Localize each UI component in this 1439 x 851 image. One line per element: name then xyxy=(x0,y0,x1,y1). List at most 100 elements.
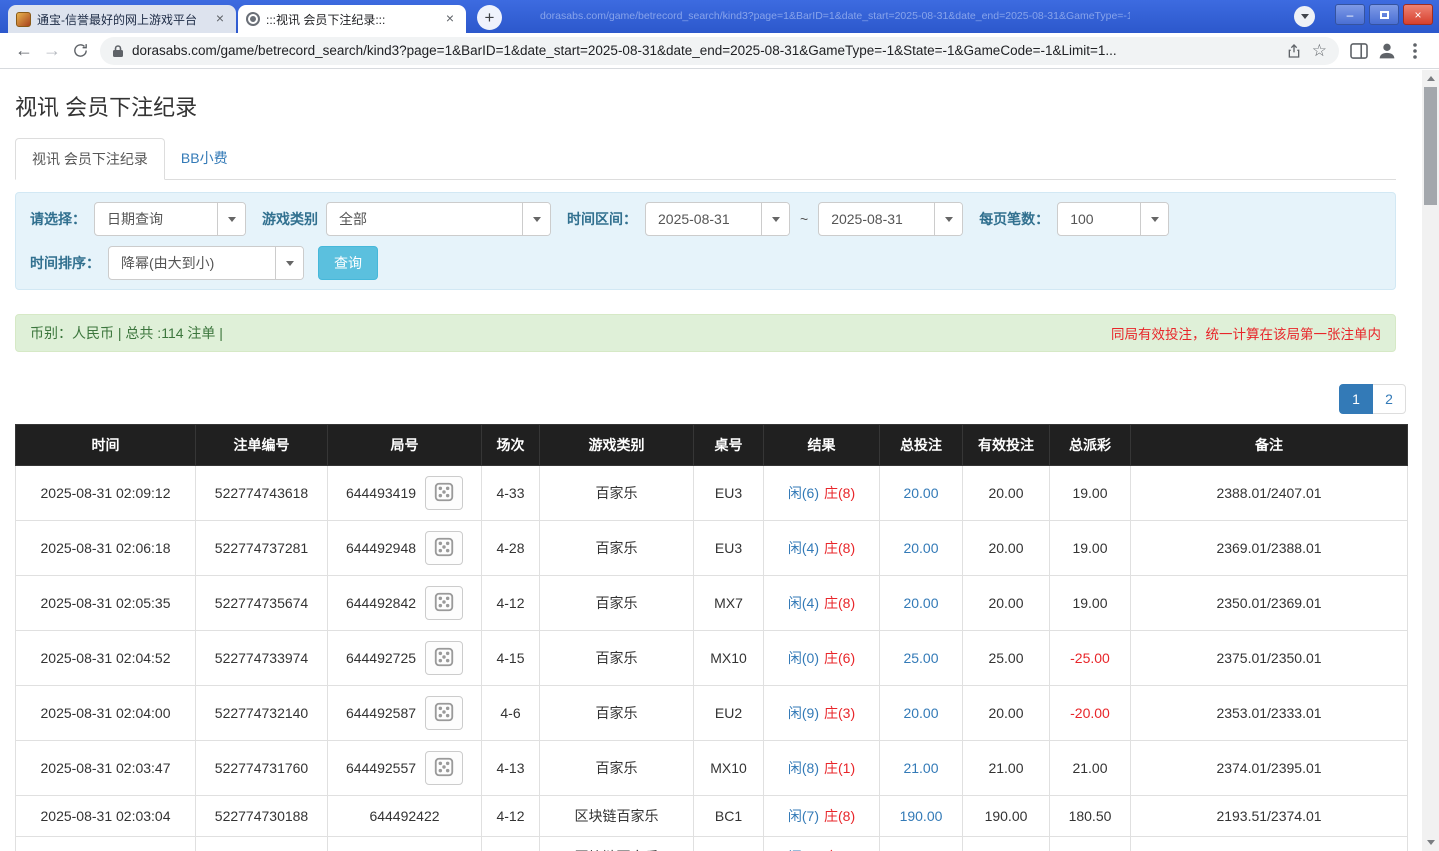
table-row: 2025-08-31 02:04:52 522774733974 644492725… xyxy=(15,630,1408,686)
replay-button[interactable] xyxy=(425,751,464,785)
scrollbar[interactable] xyxy=(1422,70,1439,851)
table-row: 2025-08-31 02:06:18 522774737281 644492948… xyxy=(15,520,1408,576)
cell-round: 644492422 xyxy=(327,795,482,837)
search-button[interactable]: 查询 xyxy=(318,246,378,280)
browser-tab-1[interactable]: 通宝-信誉最好的网上游戏平台 × xyxy=(8,5,236,33)
chevron-down-icon xyxy=(275,247,303,279)
replay-button[interactable] xyxy=(425,476,464,510)
cell-result: 闲(9) 庄(3) xyxy=(763,685,880,741)
total-bet-link[interactable]: 190.00 xyxy=(900,808,943,824)
cell-bet-id: 522774731760 xyxy=(195,740,328,796)
cell-time: 2025-08-31 02:03:47 xyxy=(15,740,196,796)
page-size-select[interactable]: 100 xyxy=(1057,202,1170,236)
summary-bar: 币别：人民币 | 总共 :114 注单 | 同局有效投注，统一计算在该局第一张注… xyxy=(15,314,1396,352)
avatar-icon xyxy=(1379,43,1395,58)
close-button[interactable]: × xyxy=(1403,4,1433,25)
game-type-select[interactable]: 全部 xyxy=(326,202,551,236)
cell-total-bet: 190.00 xyxy=(879,795,963,837)
url-text[interactable]: dorasabs.com/game/betrecord_search/kind3… xyxy=(132,43,1276,58)
new-tab-button[interactable]: + xyxy=(477,5,502,30)
menu-button[interactable] xyxy=(1401,37,1429,65)
back-button[interactable]: ← xyxy=(10,37,38,65)
query-type-select[interactable]: 日期查询 xyxy=(94,202,246,236)
profile-button[interactable] xyxy=(1373,37,1401,65)
tab-close-icon[interactable]: × xyxy=(442,11,458,27)
replay-button[interactable] xyxy=(425,641,464,675)
replay-button[interactable] xyxy=(425,531,464,565)
side-panel-button[interactable] xyxy=(1345,37,1373,65)
minimize-button[interactable]: – xyxy=(1335,4,1365,25)
cell-session: 4-10 xyxy=(481,836,540,851)
scrollbar-thumb[interactable] xyxy=(1424,87,1437,205)
total-bet-link[interactable]: 20.00 xyxy=(903,595,938,611)
cell-valid-bet: 25.00 xyxy=(962,630,1050,686)
player-result: 闲(6) xyxy=(787,485,819,501)
page-number-button[interactable]: 2 xyxy=(1372,384,1406,414)
query-type-value: 日期查询 xyxy=(107,211,163,227)
total-bet-link[interactable]: 20.00 xyxy=(903,485,938,501)
tab-bet-records[interactable]: 视讯 会员下注纪录 xyxy=(15,138,165,180)
maximize-button[interactable] xyxy=(1369,4,1399,25)
player-result: 闲(8) xyxy=(787,760,819,776)
cell-game-type: 区块链百家乐 xyxy=(539,836,694,851)
cell-result: 闲(8) 庄(1) xyxy=(763,740,880,796)
cell-table-code: EU2 xyxy=(693,685,764,741)
bookmark-star-button[interactable]: ☆ xyxy=(1312,41,1327,61)
triangle-down-icon xyxy=(1426,840,1435,845)
column-header: 桌号 xyxy=(693,424,764,466)
column-header: 总派彩 xyxy=(1049,424,1131,466)
cell-note: 1908.51/2193.51 xyxy=(1130,836,1408,851)
cell-table-code: MX10 xyxy=(693,630,764,686)
share-button[interactable] xyxy=(1286,43,1302,59)
cell-result: 闲(0) 庄(6) xyxy=(763,630,880,686)
cell-valid-bet: 20.00 xyxy=(962,685,1050,741)
table-row: 2025-08-31 02:04:00 522774732140 644492587… xyxy=(15,685,1408,741)
player-result: 闲(4) xyxy=(787,595,819,611)
total-bet-link[interactable]: 25.00 xyxy=(903,650,938,666)
tab-search-button[interactable] xyxy=(1294,6,1315,27)
address-bar[interactable]: dorasabs.com/game/betrecord_search/kind3… xyxy=(100,36,1339,65)
game-type-label: 游戏类别 xyxy=(262,211,318,227)
date-start-select[interactable]: 2025-08-31 xyxy=(645,202,790,236)
round-number: 644493419 xyxy=(345,485,417,501)
forward-button[interactable]: → xyxy=(38,37,66,65)
refresh-button[interactable] xyxy=(66,37,94,65)
column-header: 场次 xyxy=(481,424,540,466)
dice-icon xyxy=(433,756,455,781)
cell-round: 644492587 xyxy=(327,685,482,741)
cell-session: 4-33 xyxy=(481,465,540,521)
cell-bet-id: 522774735674 xyxy=(195,575,328,631)
cell-note: 2375.01/2350.01 xyxy=(1130,630,1408,686)
sort-select[interactable]: 降幂(由大到小) xyxy=(108,246,304,280)
tab-title: 通宝-信誉最好的网上游戏平台 xyxy=(37,12,197,27)
column-header: 时间 xyxy=(15,424,196,466)
cell-game-type: 区块链百家乐 xyxy=(539,795,694,837)
cell-result: 闲(4)庄(7) xyxy=(763,836,880,851)
replay-button[interactable] xyxy=(425,696,464,730)
browser-tab-2[interactable]: :::视讯 会员下注纪录::: × xyxy=(238,5,466,33)
page-size-label: 每页笔数： xyxy=(979,211,1050,227)
scroll-up-button[interactable] xyxy=(1422,70,1439,87)
chevron-down-icon xyxy=(522,203,550,235)
round-cell: 644492725 xyxy=(334,641,475,675)
cell-note: 2388.01/2407.01 xyxy=(1130,465,1408,521)
cell-game-type: 百家乐 xyxy=(539,575,694,631)
cell-table-code: BC1 xyxy=(693,795,764,837)
scroll-down-button[interactable] xyxy=(1422,834,1439,851)
cell-round: 644492557 xyxy=(327,740,482,796)
date-end-select[interactable]: 2025-08-31 xyxy=(818,202,964,236)
share-icon xyxy=(1288,43,1300,58)
total-bet-link[interactable]: 20.00 xyxy=(903,540,938,556)
page-number-button[interactable]: 1 xyxy=(1339,384,1373,414)
player-result: 闲(9) xyxy=(787,705,819,721)
column-header: 结果 xyxy=(763,424,880,466)
cell-time: 2025-08-31 02:03:04 xyxy=(15,795,196,837)
cell-time: 2025-08-31 02:04:00 xyxy=(15,685,196,741)
tab-bb-tips[interactable]: BB小费 xyxy=(165,138,244,180)
total-bet-link[interactable]: 20.00 xyxy=(903,705,938,721)
total-bet-link[interactable]: 21.00 xyxy=(903,760,938,776)
cell-note: 2353.01/2333.01 xyxy=(1130,685,1408,741)
replay-button[interactable] xyxy=(425,586,464,620)
table-row: 2025-08-31 02:03:04 522774730188 644492422… xyxy=(15,795,1408,837)
tab-close-icon[interactable]: × xyxy=(212,11,228,27)
